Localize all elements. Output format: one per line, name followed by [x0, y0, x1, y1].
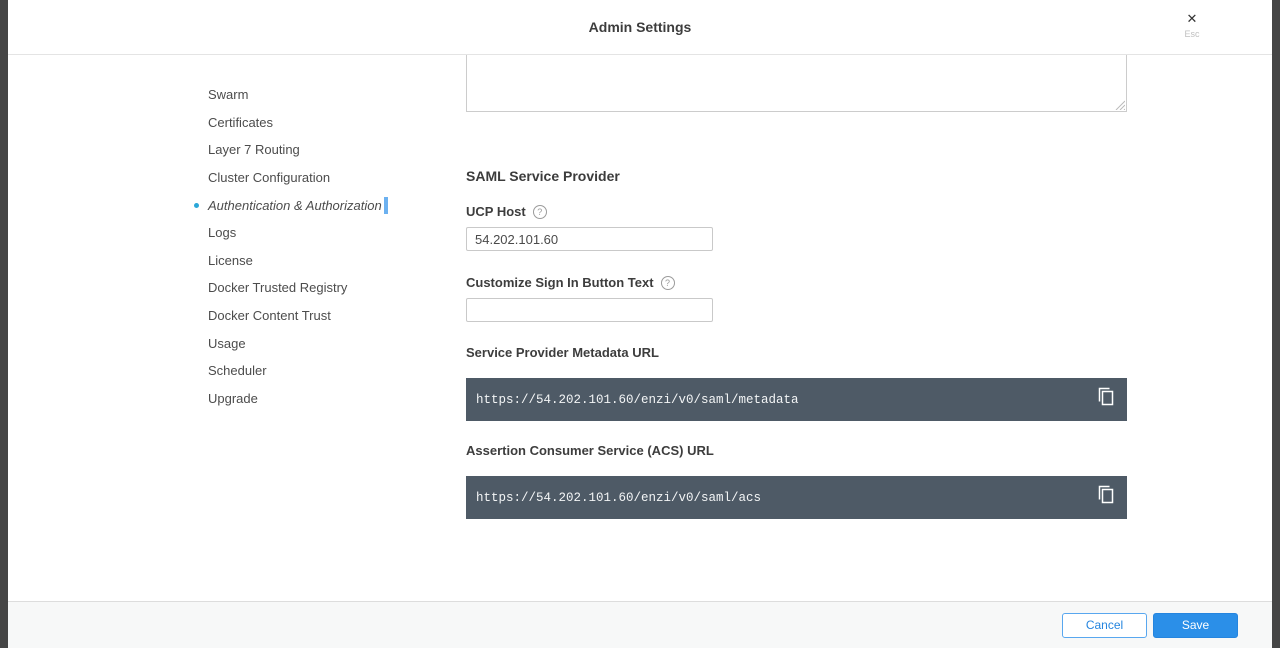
sidebar-item-label: Authentication & Authorization — [208, 198, 382, 213]
modal-footer: Cancel Save — [8, 601, 1272, 648]
acs-url-label: Assertion Consumer Service (ACS) URL — [466, 443, 1127, 458]
sidebar-item-license[interactable]: License — [208, 247, 253, 275]
section-title: SAML Service Provider — [466, 168, 1127, 184]
page-title: Admin Settings — [8, 0, 1272, 55]
close-button[interactable]: ✕ Esc — [1176, 12, 1208, 39]
sidebar-item-label: Upgrade — [208, 391, 258, 406]
sign-in-text-input[interactable] — [466, 298, 713, 322]
active-item-cursor — [384, 197, 388, 214]
sidebar-item-label: License — [208, 253, 253, 268]
help-icon[interactable]: ? — [533, 205, 547, 219]
ucp-host-label: UCP Host ? — [466, 204, 1127, 219]
metadata-url-value: https://54.202.101.60/enzi/v0/saml/metad… — [476, 393, 799, 407]
active-item-dot — [194, 203, 199, 208]
sidebar-item-label: Logs — [208, 225, 236, 240]
sign-in-text-label-text: Customize Sign In Button Text — [466, 275, 654, 290]
sidebar-item-label: Swarm — [208, 87, 248, 102]
copy-icon[interactable] — [1096, 386, 1116, 408]
modal-body: Swarm Certificates Layer 7 Routing Cluster … — [8, 55, 1272, 601]
metadata-url-box: https://54.202.101.60/enzi/v0/saml/metad… — [466, 378, 1127, 421]
modal-header: Admin Settings ✕ Esc — [8, 0, 1272, 55]
help-icon[interactable]: ? — [661, 276, 675, 290]
sidebar-item-label: Docker Content Trust — [208, 308, 331, 323]
acs-url-box: https://54.202.101.60/enzi/v0/saml/acs — [466, 476, 1127, 519]
sidebar-item-label: Usage — [208, 336, 246, 351]
save-button[interactable]: Save — [1153, 613, 1238, 638]
sidebar-item-label: Scheduler — [208, 363, 267, 378]
sidebar-item-label: Cluster Configuration — [208, 170, 330, 185]
sidebar-item-upgrade[interactable]: Upgrade — [208, 385, 258, 413]
esc-hint: Esc — [1176, 29, 1208, 39]
sidebar-item-authentication-authorization[interactable]: Authentication & Authorization — [208, 191, 388, 219]
sign-in-text-label: Customize Sign In Button Text ? — [466, 275, 1127, 290]
sidebar-item-docker-trusted-registry[interactable]: Docker Trusted Registry — [208, 274, 347, 302]
admin-settings-modal: Admin Settings ✕ Esc Swarm Certificates La… — [8, 0, 1272, 648]
metadata-url-label-text: Service Provider Metadata URL — [466, 345, 659, 360]
sidebar-item-scheduler[interactable]: Scheduler — [208, 357, 267, 385]
ucp-host-input[interactable] — [466, 227, 713, 251]
sidebar-item-layer-7-routing[interactable]: Layer 7 Routing — [208, 136, 300, 164]
sidebar-item-cluster-configuration[interactable]: Cluster Configuration — [208, 164, 330, 192]
resize-grip-icon[interactable] — [1115, 100, 1125, 110]
sidebar-nav: Swarm Certificates Layer 7 Routing Cluster … — [8, 55, 466, 601]
sidebar-item-swarm[interactable]: Swarm — [208, 81, 248, 109]
metadata-url-label: Service Provider Metadata URL — [466, 345, 1127, 360]
sidebar-item-usage[interactable]: Usage — [208, 329, 246, 357]
acs-url-value: https://54.202.101.60/enzi/v0/saml/acs — [476, 491, 761, 505]
idp-metadata-textarea[interactable] — [466, 55, 1127, 112]
cancel-button[interactable]: Cancel — [1062, 613, 1147, 638]
acs-url-label-text: Assertion Consumer Service (ACS) URL — [466, 443, 714, 458]
close-icon[interactable]: ✕ — [1176, 12, 1208, 26]
copy-icon[interactable] — [1096, 484, 1116, 506]
sidebar-item-docker-content-trust[interactable]: Docker Content Trust — [208, 302, 331, 330]
ucp-host-label-text: UCP Host — [466, 204, 526, 219]
sidebar-item-label: Layer 7 Routing — [208, 142, 300, 157]
main-content: SAML Service Provider UCP Host ? Customi… — [466, 55, 1127, 601]
sidebar-item-certificates[interactable]: Certificates — [208, 109, 273, 137]
sidebar-item-logs[interactable]: Logs — [208, 219, 236, 247]
sidebar-item-label: Docker Trusted Registry — [208, 280, 347, 295]
sidebar-item-label: Certificates — [208, 115, 273, 130]
